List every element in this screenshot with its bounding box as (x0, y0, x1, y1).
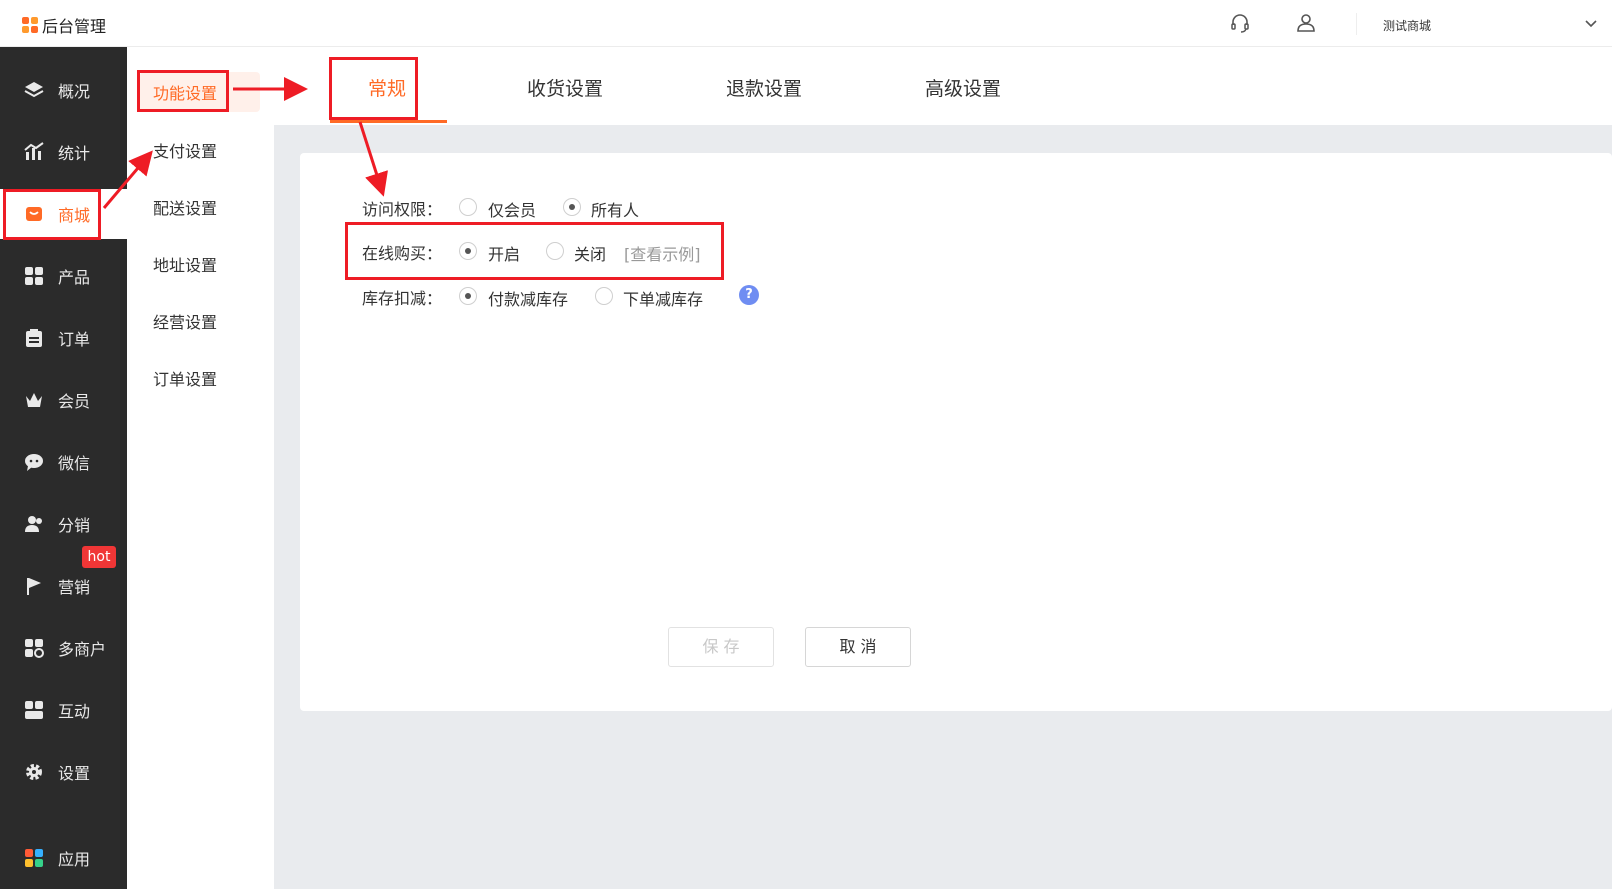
submenu-item-address-settings[interactable]: 地址设置 (153, 252, 217, 276)
submenu-item-business-settings[interactable]: 经营设置 (153, 309, 217, 333)
tab-refund-settings[interactable]: 退款设置 (726, 74, 802, 101)
access-everyone-label[interactable]: 所有人 (591, 197, 639, 221)
sidebar-item-marketing[interactable]: 营销 (0, 561, 127, 611)
sidebar-item-apps[interactable]: 应用 (0, 833, 127, 883)
logo-text: 后台管理 (42, 17, 107, 36)
top-bar: 后台管理 测试商城 (0, 0, 1612, 47)
access-members-only-label[interactable]: 仅会员 (488, 197, 536, 221)
online-purchase-label: 在线购买： (362, 244, 443, 263)
cancel-button[interactable]: 取 消 (805, 627, 911, 667)
stock-deduct-on-payment-radio[interactable] (459, 287, 477, 305)
sidebar-item-label: 概况 (58, 82, 91, 101)
access-everyone-radio[interactable] (563, 198, 581, 216)
divider (1356, 13, 1357, 35)
headset-icon[interactable] (1229, 12, 1251, 34)
stock-deduct-on-payment-label[interactable]: 付款减库存 (488, 286, 568, 310)
sub-menu (127, 47, 274, 889)
merchants-icon (25, 639, 44, 658)
active-tab-indicator (330, 120, 447, 123)
sidebar-item-wechat[interactable]: 微信 (0, 437, 127, 487)
sidebar-item-overview[interactable]: 概况 (0, 65, 127, 115)
submenu-item-order-settings[interactable]: 订单设置 (153, 366, 217, 390)
flag-icon (27, 578, 41, 595)
sidebar-item-label: 互动 (58, 702, 91, 721)
sidebar-item-settings[interactable]: 设置 (0, 747, 127, 797)
sidebar-item-label: 产品 (58, 268, 91, 287)
online-purchase-off-label[interactable]: 关闭 (574, 241, 606, 265)
sidebar-item-interaction[interactable]: 互动 (0, 685, 127, 735)
store-name[interactable]: 测试商城 (1383, 17, 1431, 34)
online-purchase-on-label[interactable]: 开启 (488, 241, 520, 265)
stock-deduction-label: 库存扣减： (362, 289, 443, 308)
submenu-item-delivery-settings[interactable]: 配送设置 (153, 195, 217, 219)
sidebar-item-label: 统计 (58, 144, 91, 163)
tab-advanced-settings[interactable]: 高级设置 (925, 74, 1001, 101)
submenu-item-payment-settings[interactable]: 支付设置 (153, 138, 217, 162)
online-purchase-off-radio[interactable] (546, 242, 564, 260)
sidebar-item-label: 会员 (58, 392, 91, 411)
sidebar-item-label: 分销 (58, 516, 91, 535)
view-example-link[interactable]: [查看示例] (624, 241, 701, 265)
crown-icon (26, 393, 42, 407)
tab-receiving-settings[interactable]: 收货设置 (527, 74, 603, 101)
gear-icon (26, 764, 42, 780)
chat-icon (25, 454, 43, 471)
chevron-down-icon[interactable] (1583, 15, 1599, 31)
sidebar-item-label: 商城 (58, 206, 91, 225)
save-button[interactable]: 保 存 (668, 627, 774, 667)
sidebar-item-multi-merchant[interactable]: 多商户 (0, 623, 127, 673)
question-icon[interactable]: ? (739, 285, 759, 305)
stock-deduct-on-order-label[interactable]: 下单减库存 (623, 286, 703, 310)
sidebar-item-members[interactable]: 会员 (0, 375, 127, 425)
grid-icon (25, 267, 43, 285)
sidebar-item-orders[interactable]: 订单 (0, 313, 127, 363)
sidebar-item-distribution[interactable]: 分销 (0, 499, 127, 549)
hot-badge: hot (82, 546, 116, 568)
interact-icon (25, 701, 43, 719)
logo[interactable]: 后台管理 (22, 13, 106, 37)
stock-deduct-on-order-radio[interactable] (595, 287, 613, 305)
sidebar-item-label: 设置 (58, 764, 91, 783)
tab-general[interactable]: 常规 (368, 74, 406, 101)
sidebar-item-label: 多商户 (58, 640, 107, 659)
sidebar-item-label: 微信 (58, 454, 91, 473)
sidebar-item-label: 订单 (58, 330, 91, 349)
sidebar-item-label: 营销 (58, 578, 91, 597)
settings-card (300, 153, 1612, 711)
sidebar-item-label: 应用 (58, 850, 91, 869)
submenu-item-function-settings[interactable]: 功能设置 (153, 80, 217, 104)
logo-icon (22, 17, 38, 33)
online-purchase-on-radio[interactable] (459, 242, 477, 260)
apps-icon (25, 849, 43, 867)
access-members-only-radio[interactable] (459, 198, 477, 216)
layers-icon (24, 82, 44, 98)
shop-icon (26, 207, 42, 221)
sidebar-item-products[interactable]: 产品 (0, 251, 127, 301)
chart-icon (24, 142, 44, 160)
clipboard-icon (26, 329, 42, 347)
users-icon (25, 516, 42, 532)
access-permission-label: 访问权限： (362, 200, 443, 219)
sidebar-item-shop[interactable]: 商城 (0, 189, 127, 239)
sidebar-item-stats[interactable]: 统计 (0, 127, 127, 177)
user-icon[interactable] (1295, 12, 1317, 34)
